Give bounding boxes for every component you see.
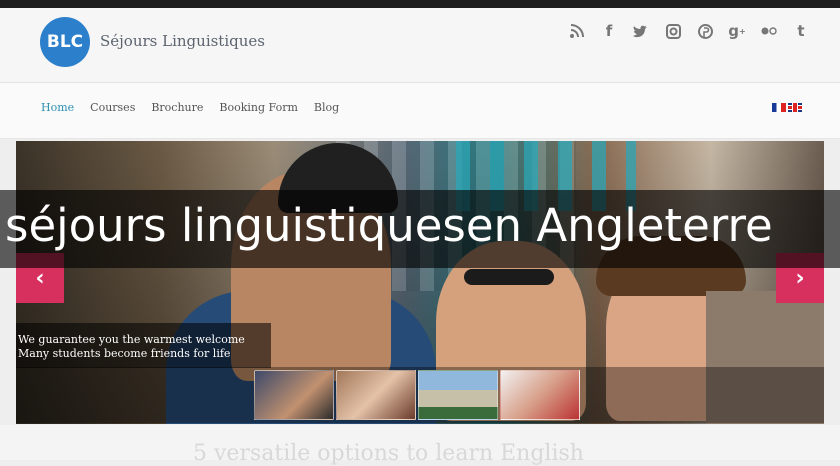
tumblr-icon[interactable]: t xyxy=(792,22,810,40)
main-nav: Home Courses Brochure Booking Form Blog xyxy=(0,83,840,139)
googleplus-icon[interactable]: g + xyxy=(728,22,746,40)
social-links: f g + t xyxy=(568,22,810,40)
pinterest-icon[interactable] xyxy=(696,22,714,40)
language-switcher xyxy=(772,103,802,112)
nav-item-home[interactable]: Home xyxy=(41,101,74,114)
chevron-left-icon: ‹ xyxy=(35,265,45,291)
content-section: 5 versatile options to learn English xyxy=(0,425,840,466)
fr-flag-icon[interactable] xyxy=(772,103,786,112)
flickr-icon[interactable] xyxy=(760,22,778,40)
overlay-title: séjours linguistiquesen Angleterre xyxy=(5,199,773,252)
thumbnail[interactable] xyxy=(336,370,416,420)
logo[interactable]: BLC xyxy=(40,17,90,67)
instagram-icon[interactable] xyxy=(664,22,682,40)
facebook-icon[interactable]: f xyxy=(600,22,618,40)
slide-caption: We guarantee you the warmest welcome Man… xyxy=(16,323,271,368)
caption-line: We guarantee you the warmest welcome xyxy=(18,333,245,346)
slide-figure xyxy=(464,269,554,285)
nav-item-blog[interactable]: Blog xyxy=(314,101,339,114)
rss-icon[interactable] xyxy=(568,22,586,40)
thumbnail[interactable] xyxy=(500,370,580,420)
site-header: BLC Séjours Linguistiques f g + t xyxy=(0,8,840,83)
chevron-right-icon: › xyxy=(795,265,805,291)
nav-item-booking-form[interactable]: Booking Form xyxy=(219,101,297,114)
thumbnail-list xyxy=(254,370,580,420)
logo-initials: BLC xyxy=(46,32,84,52)
twitter-icon[interactable] xyxy=(632,22,650,40)
thumbnail[interactable] xyxy=(418,370,498,420)
section-heading: 5 versatile options to learn English xyxy=(193,441,584,466)
thumbnail[interactable] xyxy=(254,370,334,420)
hero-slider: We guarantee you the warmest welcome Man… xyxy=(16,141,824,424)
caption-line: Many students become friends for life xyxy=(18,347,231,360)
uk-flag-icon[interactable] xyxy=(788,103,802,112)
nav-item-courses[interactable]: Courses xyxy=(90,101,135,114)
nav-item-brochure[interactable]: Brochure xyxy=(151,101,203,114)
top-bar xyxy=(0,0,840,8)
site-name[interactable]: Séjours Linguistiques xyxy=(100,32,265,50)
